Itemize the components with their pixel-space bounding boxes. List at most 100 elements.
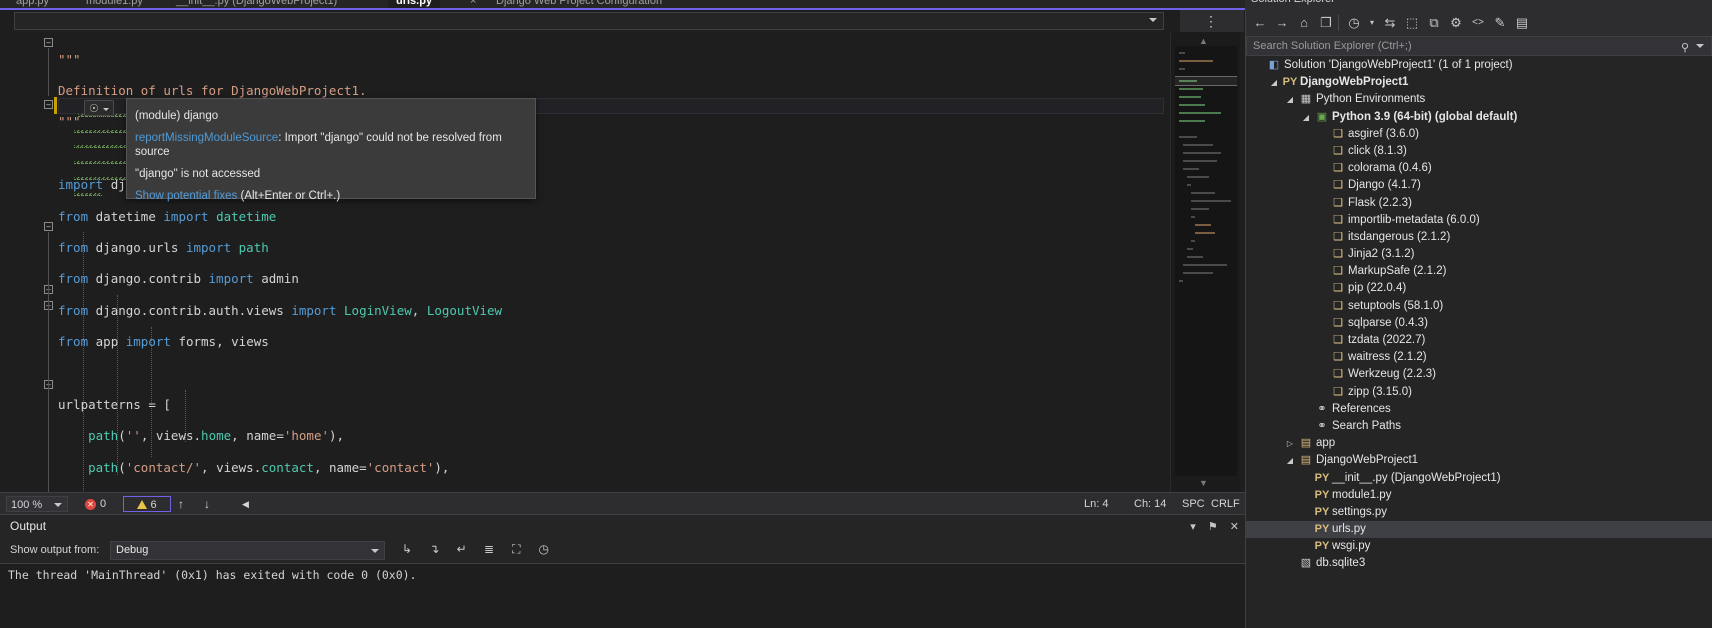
tree-item-label: sqlparse (0.4.3) — [1348, 316, 1428, 329]
tree-item-app[interactable]: ▷ ▤ app — [1246, 435, 1712, 452]
package-icon: ❑ — [1333, 248, 1343, 261]
go-to-next-message-icon[interactable]: ↵ — [450, 542, 474, 556]
minimap-viewport[interactable] — [1175, 76, 1237, 86]
panel-menu-icon[interactable]: ▾ — [1190, 521, 1196, 533]
tree-item-werkzeug-2-2-3[interactable]: ❑ Werkzeug (2.2.3) — [1246, 366, 1712, 383]
tree-item-sqlparse-0-4-3[interactable]: ❑ sqlparse (0.4.3) — [1246, 315, 1712, 332]
zoom-level-selector[interactable]: 100 % — [6, 496, 68, 512]
navigation-bar[interactable] — [14, 12, 1164, 30]
split-view-button[interactable]: ⋮ — [1180, 10, 1244, 32]
collapse-chevron-icon[interactable]: ◢ — [1284, 452, 1296, 469]
collapse-issues-button[interactable]: ◀ — [242, 496, 249, 512]
collapse-chevron-icon[interactable]: ◢ — [1284, 91, 1296, 108]
tree-item-tzdata-2022-7[interactable]: ❑ tzdata (2022.7) — [1246, 332, 1712, 349]
chevron-down-icon — [1149, 18, 1157, 22]
line-ending-indicator[interactable]: CRLF — [1211, 496, 1240, 512]
fold-marker[interactable]: – — [44, 100, 53, 109]
tree-item-references[interactable]: ⚭ References — [1246, 401, 1712, 418]
tree-item-solution-djangowebproject1-1-of-1-project[interactable]: ◧ Solution 'DjangoWebProject1' (1 of 1 pr… — [1246, 57, 1712, 74]
tree-item-search-paths[interactable]: ⚭ Search Paths — [1246, 418, 1712, 435]
tree-item-python-3-9-64-bit-global-default[interactable]: ◢ ▣ Python 3.9 (64-bit) (global default) — [1246, 109, 1712, 126]
show-all-files-icon[interactable]: ⧉ — [1424, 14, 1444, 32]
tree-item-urls-py[interactable]: PY urls.py — [1246, 521, 1712, 539]
tree-item-setuptools-58-1-0[interactable]: ❑ setuptools (58.1.0) — [1246, 298, 1712, 315]
tree-item-label: db.sqlite3 — [1316, 557, 1366, 570]
tree-item-itsdangerous-2-1-2[interactable]: ❑ itsdangerous (2.1.2) — [1246, 229, 1712, 246]
pending-changes-icon[interactable]: ◷ — [1344, 14, 1364, 32]
collapse-all-icon[interactable]: ⬚ — [1402, 14, 1422, 32]
tree-item-label: Search Paths — [1332, 419, 1402, 432]
tree-item-label: waitress (2.1.2) — [1348, 351, 1427, 364]
tree-item-click-8-1-3[interactable]: ❑ click (8.1.3) — [1246, 143, 1712, 160]
show-potential-fixes-link[interactable]: Show potential fixes — [135, 190, 237, 202]
tooltip-unused-message: "django" is not accessed — [135, 168, 261, 180]
error-squiggle — [74, 177, 132, 180]
warning-count-button[interactable]: 6 — [123, 496, 171, 512]
forward-icon[interactable]: → — [1272, 14, 1292, 32]
previous-issue-button[interactable]: ↑ — [178, 496, 184, 512]
solution-explorer-tree[interactable]: ◧ Solution 'DjangoWebProject1' (1 of 1 pr… — [1246, 57, 1712, 628]
go-to-previous-message-icon[interactable]: ↴ — [422, 542, 446, 556]
view-designer-icon[interactable]: ✎ — [1490, 14, 1510, 32]
pending-changes-dropdown-icon[interactable]: ▾ — [1362, 14, 1382, 32]
next-issue-button[interactable]: ↓ — [204, 496, 210, 512]
clear-all-icon[interactable]: ≣ — [477, 542, 501, 556]
output-source-value: Debug — [116, 544, 149, 556]
scroll-down-arrow-icon[interactable]: ▼ — [1199, 478, 1208, 488]
toggle-word-wrap-icon[interactable]: ⛶ — [504, 542, 528, 557]
tree-item-label: Werkzeug (2.2.3) — [1348, 368, 1436, 381]
output-text[interactable]: The thread 'MainThread' (0x1) has exited… — [0, 563, 1245, 628]
tree-item-flask-2-2-3[interactable]: ❑ Flask (2.2.3) — [1246, 195, 1712, 212]
minimap-body[interactable] — [1175, 46, 1237, 476]
sync-with-active-document-icon[interactable]: ❐ — [1316, 14, 1336, 32]
solution-explorer-title-bar: Solution Explorer — [1245, 0, 1712, 10]
show-timestamps-icon[interactable]: ◷ — [532, 542, 556, 556]
package-icon: ❑ — [1333, 334, 1343, 346]
tree-item-asgiref-3-6-0[interactable]: ❑ asgiref (3.6.0) — [1246, 126, 1712, 143]
tree-item-pip-22-0-4[interactable]: ❑ pip (22.0.4) — [1246, 280, 1712, 297]
unsaved-change-bar — [54, 97, 57, 114]
expand-chevron-icon[interactable]: ▷ — [1284, 435, 1296, 452]
tree-item-waitress-2-1-2[interactable]: ❑ waitress (2.1.2) — [1246, 349, 1712, 366]
home-icon[interactable]: ⌂ — [1294, 14, 1314, 32]
lightbulb-icon: ☉ — [89, 103, 99, 115]
tree-item-djangowebproject1[interactable]: ◢ ▤ DjangoWebProject1 — [1246, 452, 1712, 469]
pin-icon[interactable]: ⚑ — [1208, 521, 1218, 533]
search-icon[interactable]: ⚲ — [1681, 39, 1689, 57]
tree-item-django-4-1-7[interactable]: ❑ Django (4.1.7) — [1246, 177, 1712, 194]
search-placeholder: Search Solution Explorer (Ctrl+;) — [1253, 40, 1412, 52]
spaces-indicator[interactable]: SPC — [1182, 496, 1205, 512]
solution-explorer-search-input[interactable]: Search Solution Explorer (Ctrl+;) ⚲ — [1246, 36, 1712, 56]
preview-selected-items-icon[interactable]: ▤ — [1512, 14, 1532, 32]
back-icon[interactable]: ← — [1250, 14, 1270, 32]
view-code-icon[interactable]: <> — [1468, 14, 1488, 32]
minimap[interactable]: ▲ ▼ — [1170, 32, 1240, 492]
output-source-select[interactable]: Debug — [110, 541, 385, 560]
tree-item-djangowebproject1[interactable]: ◢ PY DjangoWebProject1 — [1246, 74, 1712, 91]
tree-item-jinja2-3-1-2[interactable]: ❑ Jinja2 (3.1.2) — [1246, 246, 1712, 263]
collapse-chevron-icon[interactable]: ◢ — [1300, 109, 1312, 126]
env-icon: ▦ — [1300, 93, 1312, 106]
tree-item-init-py-djangowebproject1[interactable]: PY __init__.py (DjangoWebProject1) — [1246, 470, 1712, 487]
fold-marker[interactable]: – — [44, 222, 53, 231]
find-message-icon[interactable]: ↳ — [395, 542, 419, 556]
tree-item-python-environments[interactable]: ◢ ▦ Python Environments — [1246, 91, 1712, 108]
quick-actions-lightbulb-button[interactable]: ☉ — [84, 100, 114, 116]
tree-item-colorama-0-4-6[interactable]: ❑ colorama (0.4.6) — [1246, 160, 1712, 177]
tree-item-settings-py[interactable]: PY settings.py — [1246, 504, 1712, 521]
tree-item-zipp-3-15-0[interactable]: ❑ zipp (3.15.0) — [1246, 384, 1712, 401]
tree-item-module1-py[interactable]: PY module1.py — [1246, 487, 1712, 504]
tree-item-wsgi-py[interactable]: PY wsgi.py — [1246, 538, 1712, 555]
scroll-up-arrow-icon[interactable]: ▲ — [1199, 36, 1208, 46]
refresh-icon[interactable]: ⇆ — [1380, 14, 1400, 32]
tooltip-diagnostic: reportMissingModuleSource: Import "djang… — [135, 131, 527, 159]
tree-item-importlib-metadata-6-0-0[interactable]: ❑ importlib-metadata (6.0.0) — [1246, 212, 1712, 229]
chevron-down-icon[interactable] — [1696, 44, 1704, 48]
error-count[interactable]: 0 — [100, 496, 106, 512]
close-icon[interactable]: ✕ — [1230, 521, 1239, 533]
tree-item-markupsafe-2-1-2[interactable]: ❑ MarkupSafe (2.1.2) — [1246, 263, 1712, 280]
tree-item-db-sqlite3[interactable]: ▧ db.sqlite3 — [1246, 555, 1712, 572]
fold-marker[interactable]: – — [44, 38, 53, 47]
collapse-chevron-icon[interactable]: ◢ — [1268, 74, 1280, 91]
properties-icon[interactable]: ⚙ — [1446, 14, 1466, 32]
